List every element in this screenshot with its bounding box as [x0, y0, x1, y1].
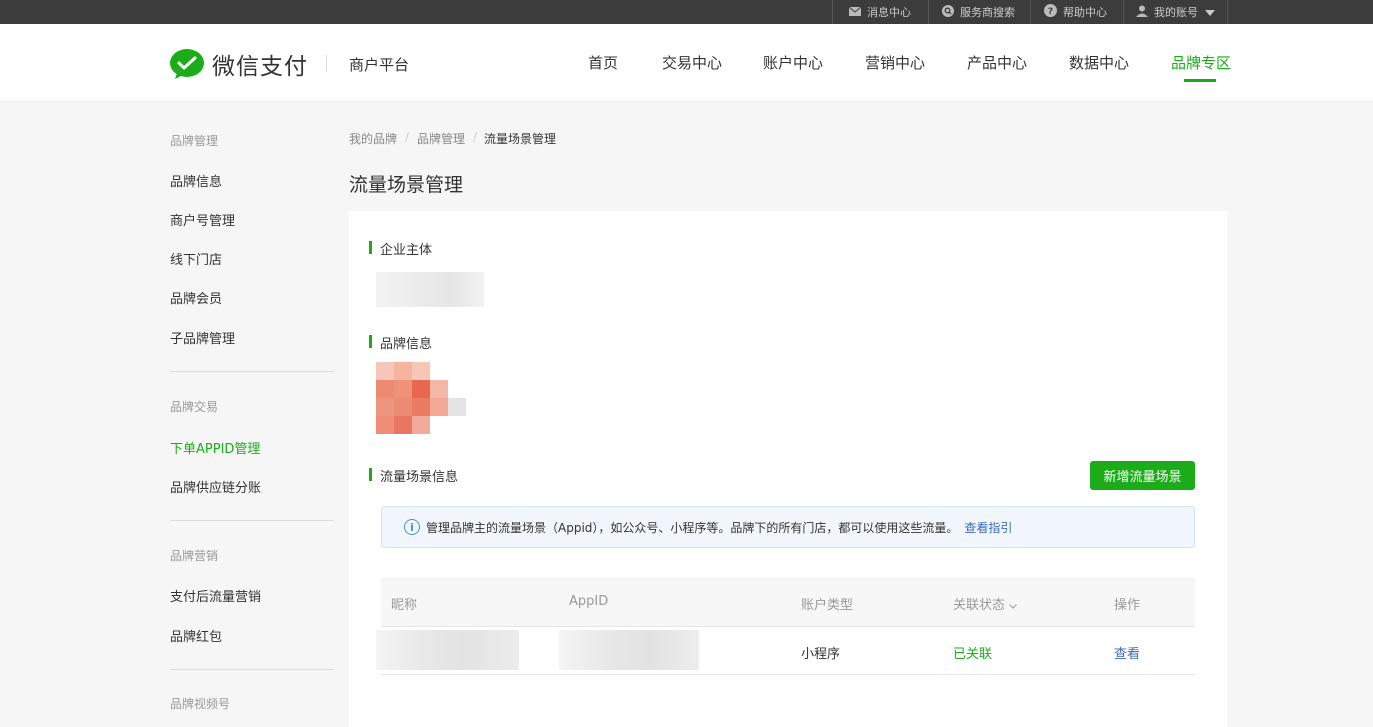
- cell-status: 已关联: [953, 647, 993, 662]
- messages-link[interactable]: 消息中心: [848, 0, 911, 24]
- nav-products[interactable]: 产品中心: [967, 52, 1027, 73]
- nav-brand[interactable]: 品牌专区: [1171, 52, 1231, 73]
- sidebar-item-appid-management[interactable]: 下单APPID管理: [170, 438, 260, 457]
- add-traffic-scene-button[interactable]: 新增流量场景: [1090, 461, 1195, 490]
- column-header-account-type: 账户类型: [801, 598, 854, 613]
- sidebar-item-sub-brands[interactable]: 子品牌管理: [170, 328, 235, 347]
- cell-account-type: 小程序: [801, 647, 841, 662]
- page-title: 流量场景管理: [349, 174, 464, 196]
- view-link[interactable]: 查看: [1114, 643, 1140, 662]
- info-notice: i 管理品牌主的流量场景（Appid），如公众号、小程序等。品牌下的所有门店，都…: [381, 506, 1195, 548]
- breadcrumb-brand-management[interactable]: 品牌管理: [417, 130, 465, 147]
- sidebar-group-brand-management: 品牌管理: [170, 134, 219, 148]
- user-icon: [1136, 5, 1148, 20]
- redacted-nickname: [376, 630, 519, 670]
- provider-search-label: 服务商搜索: [960, 6, 1015, 19]
- sidebar-group-brand-transactions: 品牌交易: [170, 400, 219, 414]
- view-guide-link[interactable]: 查看指引: [964, 521, 1012, 535]
- sidebar-group-brand-marketing: 品牌营销: [170, 549, 219, 563]
- account-label: 我的账号: [1154, 6, 1198, 19]
- column-header-status[interactable]: 关联状态: [953, 594, 1018, 613]
- sidebar-divider: [170, 520, 334, 521]
- redacted-appid: [559, 630, 699, 670]
- nav-active-indicator: [1184, 79, 1216, 82]
- notice-text: 管理品牌主的流量场景（Appid），如公众号、小程序等。品牌下的所有门店，都可以…: [426, 519, 1012, 536]
- topbar-divider: [832, 0, 833, 24]
- table-row: 小程序 已关联 查看: [376, 627, 1195, 675]
- content-card: 企业主体 品牌信息 流量场景信息 新增流量场景 i 管理品牌主的流量场景（App…: [349, 211, 1227, 727]
- section-title-traffic-scenes: 流量场景信息: [369, 466, 458, 485]
- sidebar-item-post-payment-marketing[interactable]: 支付后流量营销: [170, 586, 261, 605]
- nav-home[interactable]: 首页: [588, 52, 618, 73]
- topbar-divider: [1227, 0, 1228, 24]
- wechat-pay-logo-icon: [170, 49, 204, 79]
- nav-data[interactable]: 数据中心: [1069, 52, 1129, 73]
- redacted-entity-name: [376, 272, 484, 307]
- header-divider: [326, 55, 327, 71]
- chevron-down-icon: [1205, 6, 1215, 19]
- table-header: 昵称 AppID 账户类型 关联状态 操作: [381, 577, 1195, 627]
- breadcrumb-separator: /: [473, 130, 478, 144]
- sidebar-item-brand-members[interactable]: 品牌会员: [170, 288, 222, 307]
- help-link[interactable]: ? 帮助中心: [1044, 0, 1107, 24]
- sidebar-item-brand-info[interactable]: 品牌信息: [170, 171, 222, 190]
- main-header: 微信支付 商户平台 首页 交易中心 账户中心 营销中心 产品中心 数据中心 品牌…: [0, 24, 1373, 102]
- mail-icon: [848, 6, 862, 19]
- redacted-brand-name: [448, 398, 466, 416]
- sidebar-divider: [170, 669, 334, 670]
- help-label: 帮助中心: [1063, 6, 1107, 19]
- column-header-nickname: 昵称: [391, 598, 418, 613]
- logo-text: 微信支付: [212, 54, 308, 80]
- topbar-divider: [1123, 0, 1124, 24]
- breadcrumb-current: 流量场景管理: [484, 132, 557, 146]
- topbar-divider: [928, 0, 929, 24]
- breadcrumb-my-brand[interactable]: 我的品牌: [349, 130, 397, 147]
- wechat-pay-logo[interactable]: 微信支付: [170, 47, 308, 81]
- sidebar-item-brand-red-packet[interactable]: 品牌红包: [170, 626, 222, 645]
- top-utility-bar: 消息中心 服务商搜索 ? 帮助中心 我的账号: [0, 0, 1373, 24]
- sidebar-divider: [170, 371, 334, 372]
- help-icon: ?: [1044, 4, 1057, 20]
- nav-marketing[interactable]: 营销中心: [865, 52, 925, 73]
- chevron-down-icon: [1009, 598, 1018, 613]
- svg-text:?: ?: [1048, 7, 1053, 17]
- sidebar-item-supply-chain-split[interactable]: 品牌供应链分账: [170, 477, 261, 496]
- sidebar-item-offline-stores[interactable]: 线下门店: [170, 249, 222, 268]
- sidebar-item-merchant-ids[interactable]: 商户号管理: [170, 210, 235, 229]
- platform-name: 商户平台: [349, 56, 410, 74]
- info-icon: i: [404, 519, 420, 535]
- section-title-brand-info: 品牌信息: [369, 333, 432, 352]
- breadcrumb-separator: /: [405, 130, 410, 144]
- messages-label: 消息中心: [867, 6, 911, 19]
- redacted-brand-logo: [376, 362, 448, 434]
- account-menu[interactable]: 我的账号: [1136, 0, 1215, 24]
- column-header-status-label: 关联状态: [953, 598, 1006, 613]
- section-title-entity: 企业主体: [369, 239, 432, 258]
- column-header-appid: AppID: [569, 594, 609, 609]
- sidebar-group-brand-channels: 品牌视频号: [170, 697, 231, 711]
- column-header-actions: 操作: [1114, 598, 1141, 613]
- provider-search-link[interactable]: 服务商搜索: [942, 0, 1015, 24]
- topbar-divider: [1030, 0, 1031, 24]
- nav-account[interactable]: 账户中心: [763, 52, 823, 73]
- notice-message: 管理品牌主的流量场景（Appid），如公众号、小程序等。品牌下的所有门店，都可以…: [426, 521, 959, 535]
- nav-transactions[interactable]: 交易中心: [662, 52, 722, 73]
- search-icon: [942, 4, 954, 20]
